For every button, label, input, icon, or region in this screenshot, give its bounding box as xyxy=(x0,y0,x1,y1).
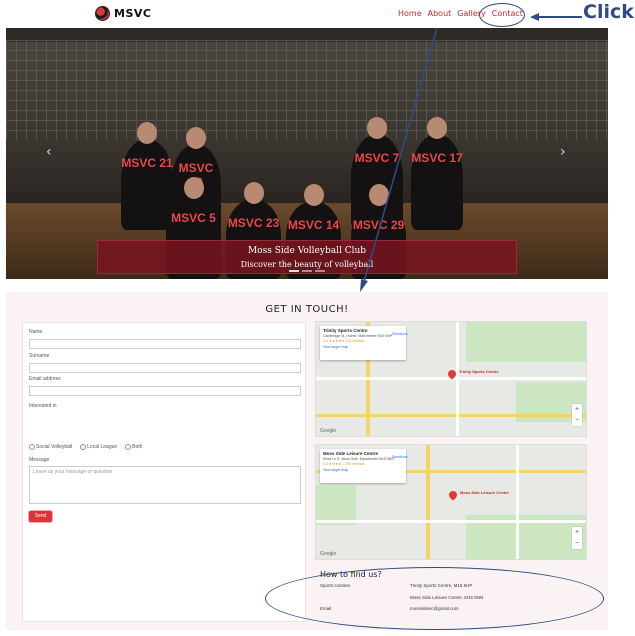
interest-radio-group: Social Volleyball Local League Both xyxy=(29,444,142,450)
interested-label: Interested in xyxy=(29,403,57,409)
hero-caption: Moss Side Volleyball Club Discover the b… xyxy=(97,240,517,274)
google-logo: Google xyxy=(320,551,337,557)
radio-social-volleyball[interactable]: Social Volleyball xyxy=(29,444,72,450)
contact-form: Name Surname Email address Interested in… xyxy=(22,322,306,622)
google-logo: Google xyxy=(320,428,337,434)
map-info-card: Trinity Sports Centre Cambridge St, Hulm… xyxy=(320,326,408,360)
radio-icon[interactable] xyxy=(29,444,35,450)
carousel-indicators xyxy=(289,270,325,272)
carousel-indicator[interactable] xyxy=(302,270,312,272)
nav-about[interactable]: About xyxy=(428,9,452,18)
radio-both[interactable]: Both xyxy=(125,444,142,450)
carousel-indicator[interactable] xyxy=(315,270,325,272)
brand-logo[interactable]: MSVC xyxy=(95,6,151,21)
view-larger-map-link[interactable]: View larger map xyxy=(323,345,403,349)
message-label: Message xyxy=(29,457,50,463)
map-zoom-control[interactable]: + − xyxy=(572,527,582,549)
radio-local-league[interactable]: Local League xyxy=(80,444,117,450)
hero-subtitle: Discover the beauty of volleyball xyxy=(240,260,374,269)
name-label: Name xyxy=(29,329,43,335)
brand-name: MSVC xyxy=(114,7,152,20)
map-trinity[interactable]: Trinity Sports Centre Cambridge St, Hulm… xyxy=(315,321,587,437)
click-arrow-icon xyxy=(530,13,582,21)
name-input[interactable] xyxy=(29,339,301,349)
player: MSVC 17 xyxy=(411,117,463,230)
click-annotation-label: Click xyxy=(583,1,634,23)
contact-title: GET IN TOUCH! xyxy=(265,304,349,315)
message-textarea[interactable]: Leave us your message or question xyxy=(29,466,301,504)
surname-input[interactable] xyxy=(29,363,301,373)
map-moss-side[interactable]: Moss Side Leisure Centre Moss Ln E, Moss… xyxy=(315,444,587,560)
nav-home[interactable]: Home xyxy=(398,9,422,18)
email-label: Email address xyxy=(29,376,61,382)
contact-highlight-ellipse xyxy=(479,3,525,27)
hero-carousel: MSVC 21 MSVC 19 MSVC 7 MSVC 17 MSVC 5 MS… xyxy=(6,28,608,279)
carousel-indicator[interactable] xyxy=(289,270,299,272)
navbar: MSVC Home About Gallery Contact Click xyxy=(0,0,635,28)
directions-link[interactable]: Directions xyxy=(392,455,408,459)
send-button[interactable]: Send xyxy=(29,511,52,522)
find-us-highlight-ellipse xyxy=(265,567,604,630)
view-larger-map-link[interactable]: View larger map xyxy=(323,468,403,472)
carousel-next-button[interactable]: › xyxy=(560,144,566,160)
hero-title: Moss Side Volleyball Club xyxy=(247,246,367,256)
carousel-prev-button[interactable]: ‹ xyxy=(46,144,52,160)
radio-icon[interactable] xyxy=(125,444,132,450)
surname-label: Surname xyxy=(29,353,50,359)
map-zoom-control[interactable]: + − xyxy=(572,404,582,426)
map-pin-icon[interactable] xyxy=(447,489,459,501)
directions-link[interactable]: Directions xyxy=(392,332,408,336)
email-input[interactable] xyxy=(29,386,301,396)
map-info-card: Moss Side Leisure Centre Moss Ln E, Moss… xyxy=(320,449,408,483)
radio-icon[interactable] xyxy=(80,444,87,450)
volleyball-icon xyxy=(95,6,110,21)
